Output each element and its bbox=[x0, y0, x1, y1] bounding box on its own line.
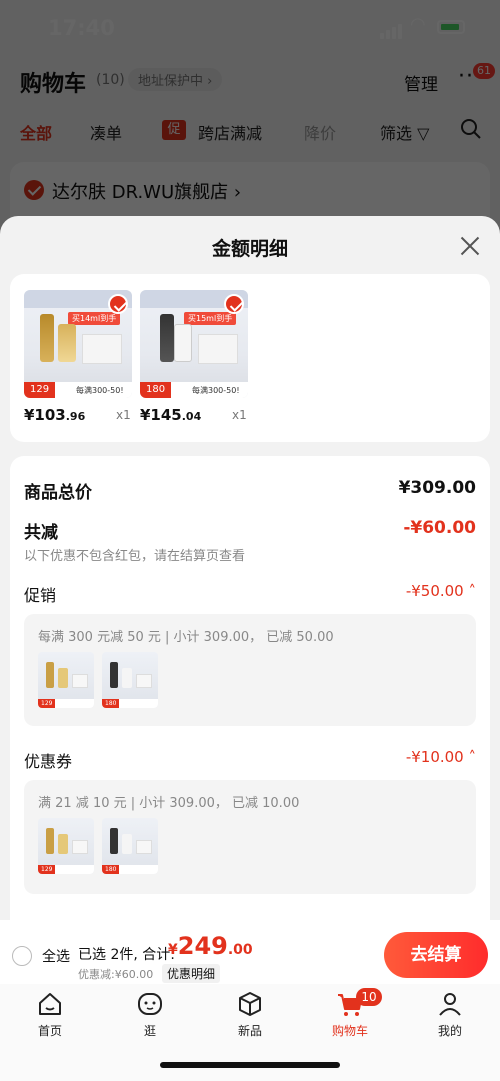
store-checkbox[interactable] bbox=[24, 180, 44, 200]
promo-label: 促销 bbox=[24, 586, 57, 605]
wifi-icon: ◠ bbox=[410, 14, 426, 35]
product-price-int: ¥145 bbox=[140, 406, 182, 424]
promo-thumb: 129 bbox=[38, 652, 94, 708]
product-qty: x1 bbox=[116, 408, 131, 422]
select-all-label[interactable]: 全选 bbox=[42, 946, 70, 966]
product-price-dec: .04 bbox=[181, 410, 202, 423]
promo-row[interactable]: 促销 -¥50.00 ˄ bbox=[24, 582, 476, 605]
product-item[interactable]: 买14ml到手 129 每满300-50! ¥103.96 x1 bbox=[24, 290, 132, 424]
message-badge: 61 bbox=[473, 63, 495, 79]
reduce-label: 共减 bbox=[24, 523, 58, 543]
promo-detail-card: 每满 300 元减 50 元 | 小计 309.00， 已减 50.00 129… bbox=[24, 614, 476, 726]
filter-button[interactable]: 筛选 ▽ bbox=[380, 120, 429, 144]
filter-combine[interactable]: 凑单 bbox=[90, 120, 122, 144]
home-icon bbox=[39, 993, 61, 1015]
coupon-thumb: 180 bbox=[102, 818, 158, 874]
product-qty: x1 bbox=[232, 408, 247, 422]
discount-detail-link[interactable]: 优惠明细 bbox=[162, 964, 221, 983]
product-checkbox[interactable] bbox=[108, 294, 128, 314]
product-price: ¥145.04 bbox=[140, 406, 201, 424]
total-dec: .00 bbox=[227, 942, 253, 958]
promo-tag: 促 bbox=[162, 120, 186, 140]
filter-row: 全部 凑单 促 跨店满减 降价 筛选 ▽ bbox=[0, 116, 500, 146]
cart-count: (10) bbox=[96, 72, 125, 88]
tab-label: 新品 bbox=[237, 1024, 262, 1038]
cart-badge: 10 bbox=[356, 988, 382, 1006]
reduce-value: -¥60.00 bbox=[403, 518, 476, 538]
tab-label: 购物车 bbox=[331, 1024, 368, 1038]
checkout-bar: 全选 已选 2件, 合计: ¥249.00 优惠减:¥60.00 优惠明细 去结… bbox=[0, 920, 500, 984]
tab-profile[interactable]: 我的 bbox=[410, 990, 490, 1039]
product-price-int: ¥103 bbox=[24, 406, 66, 424]
status-bar: 17:40 ◠ bbox=[0, 0, 500, 56]
store-name[interactable]: 达尔肤 DR.WU旗舰店 › bbox=[52, 178, 241, 204]
tab-cart[interactable]: 10 购物车 bbox=[310, 988, 390, 1039]
promo-thumb: 180 bbox=[102, 652, 158, 708]
discount-note: 以下优惠不包含红包，请在结算页查看 bbox=[24, 549, 246, 564]
explore-icon bbox=[138, 993, 162, 1015]
promo-detail-text: 每满 300 元减 50 元 | 小计 309.00， 已减 50.00 bbox=[38, 630, 334, 645]
address-protect-label: 地址保护中 bbox=[138, 74, 204, 89]
page-title: 购物车 bbox=[20, 72, 87, 97]
box-icon bbox=[239, 992, 261, 1016]
sheet-title: 金额明细 bbox=[211, 238, 288, 260]
product-tag-note: 每满300-50! bbox=[76, 386, 124, 395]
status-time: 17:40 bbox=[48, 16, 115, 40]
profile-icon bbox=[439, 993, 461, 1016]
tab-new[interactable]: 新品 bbox=[210, 990, 290, 1039]
selected-count: 已选 2件, 合计: bbox=[78, 947, 175, 963]
home-indicator bbox=[160, 1062, 340, 1068]
filter-all[interactable]: 全部 bbox=[20, 120, 52, 144]
total-int: 249 bbox=[177, 932, 228, 960]
total-row: 商品总价 ¥309.00 bbox=[24, 478, 476, 503]
product-item[interactable]: 买15ml到手 180 每满300-50! ¥145.04 x1 bbox=[140, 290, 248, 424]
products-card: 买14ml到手 129 每满300-50! ¥103.96 x1 买15ml到手… bbox=[10, 274, 490, 442]
filter-label: 筛选 bbox=[380, 124, 413, 143]
product-image: 买15ml到手 180 每满300-50! bbox=[140, 290, 248, 398]
product-price: ¥103.96 bbox=[24, 406, 85, 424]
product-tag-note: 每满300-50! bbox=[192, 386, 240, 395]
product-checkbox[interactable] bbox=[224, 294, 244, 314]
tab-label: 我的 bbox=[437, 1024, 462, 1038]
coupon-row[interactable]: 优惠券 -¥10.00 ˄ bbox=[24, 748, 476, 771]
coupon-detail-text: 满 21 减 10 元 | 小计 309.00， 已减 10.00 bbox=[38, 796, 300, 811]
product-price-dec: .96 bbox=[65, 410, 86, 423]
close-icon[interactable] bbox=[460, 236, 480, 256]
tab-explore[interactable]: 逛 bbox=[110, 990, 190, 1039]
coupon-detail-card: 满 21 减 10 元 | 小计 309.00， 已减 10.00 129 18… bbox=[24, 780, 476, 894]
total-label: 商品总价 bbox=[24, 483, 92, 503]
battery-icon bbox=[437, 20, 465, 34]
total-currency: ¥ bbox=[168, 942, 178, 958]
discount-summary: 优惠减:¥60.00 bbox=[78, 968, 154, 981]
coupon-thumb: 129 bbox=[38, 818, 94, 874]
signal-icon bbox=[380, 20, 404, 39]
product-tag-price: 180 bbox=[140, 382, 172, 398]
manage-button[interactable]: 管理 bbox=[404, 70, 438, 95]
filter-price-drop[interactable]: 降价 bbox=[304, 120, 336, 144]
product-tag-price: 129 bbox=[24, 382, 56, 398]
search-icon[interactable] bbox=[460, 118, 482, 140]
product-image: 买14ml到手 129 每满300-50! bbox=[24, 290, 132, 398]
checkout-button[interactable]: 去结算 bbox=[384, 932, 488, 978]
total-value: ¥309.00 bbox=[398, 478, 476, 498]
coupon-label: 优惠券 bbox=[24, 752, 73, 771]
store-card: 达尔肤 DR.WU旗舰店 › bbox=[10, 162, 490, 222]
tab-label: 首页 bbox=[37, 1024, 62, 1038]
tab-home[interactable]: 首页 bbox=[10, 990, 90, 1039]
promo-value[interactable]: -¥50.00 ˄ bbox=[406, 582, 476, 600]
reduce-row: 共减 -¥60.00 bbox=[24, 518, 476, 543]
filter-cross-store[interactable]: 跨店满减 bbox=[198, 120, 262, 144]
coupon-value[interactable]: -¥10.00 ˄ bbox=[406, 748, 476, 766]
address-protect-tag[interactable]: 地址保护中 › bbox=[128, 68, 223, 91]
tab-label: 逛 bbox=[143, 1024, 156, 1038]
select-all-radio[interactable] bbox=[12, 946, 32, 966]
total-amount: ¥249.00 bbox=[168, 932, 253, 960]
